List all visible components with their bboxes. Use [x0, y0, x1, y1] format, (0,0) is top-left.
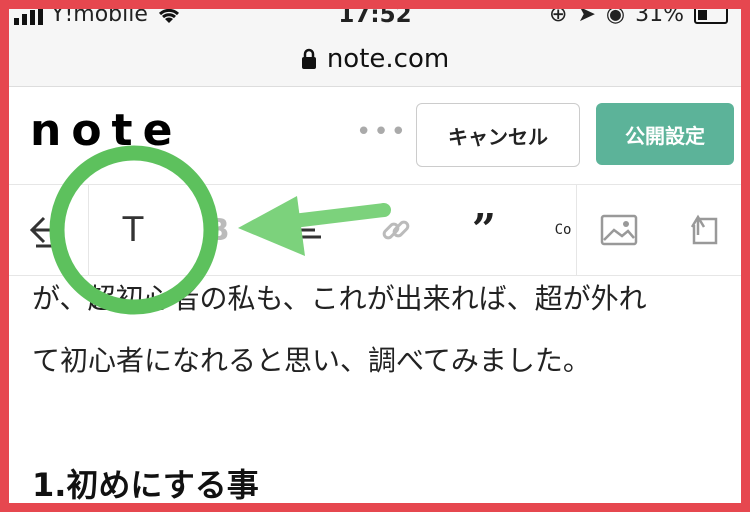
highlight-circle — [49, 145, 219, 315]
pointer-arrow — [238, 196, 391, 256]
annotation-overlay — [49, 145, 391, 315]
